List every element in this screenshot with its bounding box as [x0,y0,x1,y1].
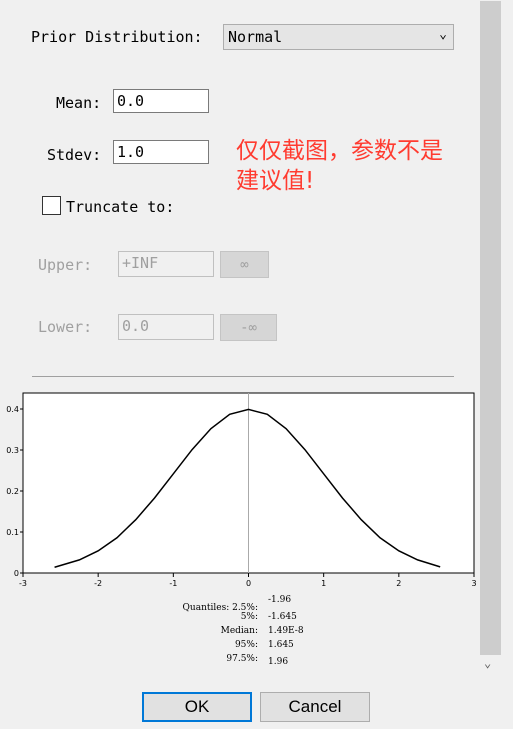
truncate-checkbox[interactable] [42,196,61,215]
vertical-scrollbar[interactable]: ⌄ [479,0,502,680]
x-tick-label: 0 [246,579,251,588]
y-tick-label: 0.4 [6,405,19,414]
lower-input[interactable]: 0.0 [118,314,214,340]
quantile-value: 1.96 [268,657,289,667]
annotation-note: 仅仅截图，参数不是 建议值! [236,136,443,196]
x-tick-label: -1 [169,579,177,588]
quantile-label: Median: [220,626,258,636]
quantile-row: Quantiles: 2.5%: -1.96 [150,595,350,613]
ok-button[interactable]: OK [142,692,252,722]
lower-label: Lower: [38,318,93,336]
x-tick-label: 3 [471,579,476,588]
truncate-label: Truncate to: [66,198,175,216]
quantile-label: 5%: [240,612,258,622]
annotation-line-1: 仅仅截图，参数不是 [236,138,443,164]
upper-input[interactable]: +INF [118,251,214,277]
mean-label: Mean: [56,94,102,112]
quantile-row: 5%: -1.645 [150,612,350,626]
prior-distribution-select[interactable]: Normal ⌄ [223,24,454,50]
y-tick-label: 0.2 [6,487,19,496]
quantile-value: 1.645 [268,640,294,650]
x-tick-label: 2 [396,579,401,588]
mean-input[interactable]: 0.0 [113,89,209,113]
quantile-row: Median: 1.49E-8 [150,626,350,640]
quantile-row: 95%: 1.645 [150,640,350,654]
quantile-value: 1.49E-8 [268,626,304,636]
lower-neg-infinity-button[interactable]: -∞ [220,314,277,341]
y-tick-label: 0.1 [6,528,19,537]
quantile-label: 95%: [234,640,258,650]
quantile-label: 97.5%: [226,654,258,664]
prior-distribution-value: Normal [228,28,283,46]
density-chart: -3 -2 -1 0 1 2 3 0 0.1 0.2 0.3 0.4 [6,392,477,588]
cancel-button[interactable]: Cancel [260,692,370,722]
y-tick-label: 0 [14,569,19,578]
quantile-row: 97.5%: 1.96 [150,654,350,668]
quantiles-table: Quantiles: 2.5%: -1.96 5%: -1.645 Median: 1.4… [150,595,350,668]
quantile-value: -1.645 [268,612,297,622]
x-tick-label: -3 [19,579,27,588]
upper-infinity-button[interactable]: ∞ [220,251,269,278]
prior-distribution-label: Prior Distribution: [31,28,203,46]
separator [32,376,454,377]
quantile-value: -1.96 [268,595,292,605]
chevron-down-icon: ⌄ [439,27,447,42]
annotation-line-2: 建议值! [236,168,315,194]
scroll-down-arrow-icon[interactable]: ⌄ [484,656,491,670]
y-tick-label: 0.3 [6,446,19,455]
scrollbar-thumb[interactable] [480,1,501,655]
x-tick-label: -2 [94,579,102,588]
stdev-input[interactable]: 1.0 [113,140,209,164]
stdev-label: Stdev: [47,146,102,164]
upper-label: Upper: [38,256,93,274]
x-tick-label: 1 [321,579,326,588]
